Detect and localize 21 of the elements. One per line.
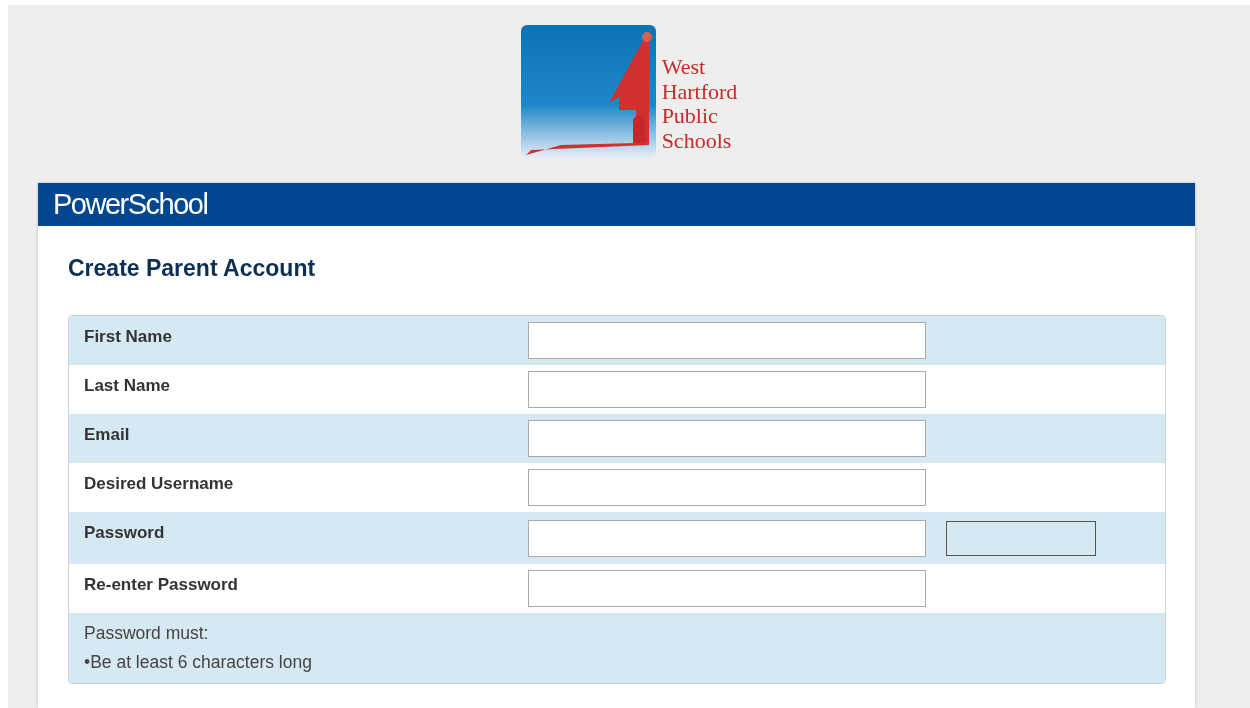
input-field[interactable]: [528, 371, 926, 408]
brand-wordmark: PowerSchool: [53, 188, 208, 221]
input-field[interactable]: [528, 570, 926, 607]
field-label: First Name: [83, 326, 173, 347]
input-field[interactable]: [528, 519, 926, 557]
field-label: Password: [83, 522, 166, 543]
school-name: Schools: [661, 128, 733, 153]
input-field[interactable]: [528, 420, 926, 457]
field-label: Last Name: [83, 375, 171, 396]
input-field[interactable]: [528, 322, 926, 359]
school-name: West: [661, 55, 707, 80]
schoolhouse-logo-icon: [520, 25, 656, 158]
field-label: Re-enter Password: [83, 574, 239, 595]
page-title: Create Parent Account: [68, 254, 317, 282]
school-name: Hartford: [661, 79, 738, 104]
input-field[interactable]: [528, 469, 926, 506]
school-name: Public: [661, 104, 719, 129]
rule-text: •Be at least 6 characters long: [84, 652, 313, 673]
field-label: Desired Username: [83, 473, 235, 494]
field-label: Email: [83, 424, 131, 445]
rules-heading: Password must:: [84, 623, 210, 644]
